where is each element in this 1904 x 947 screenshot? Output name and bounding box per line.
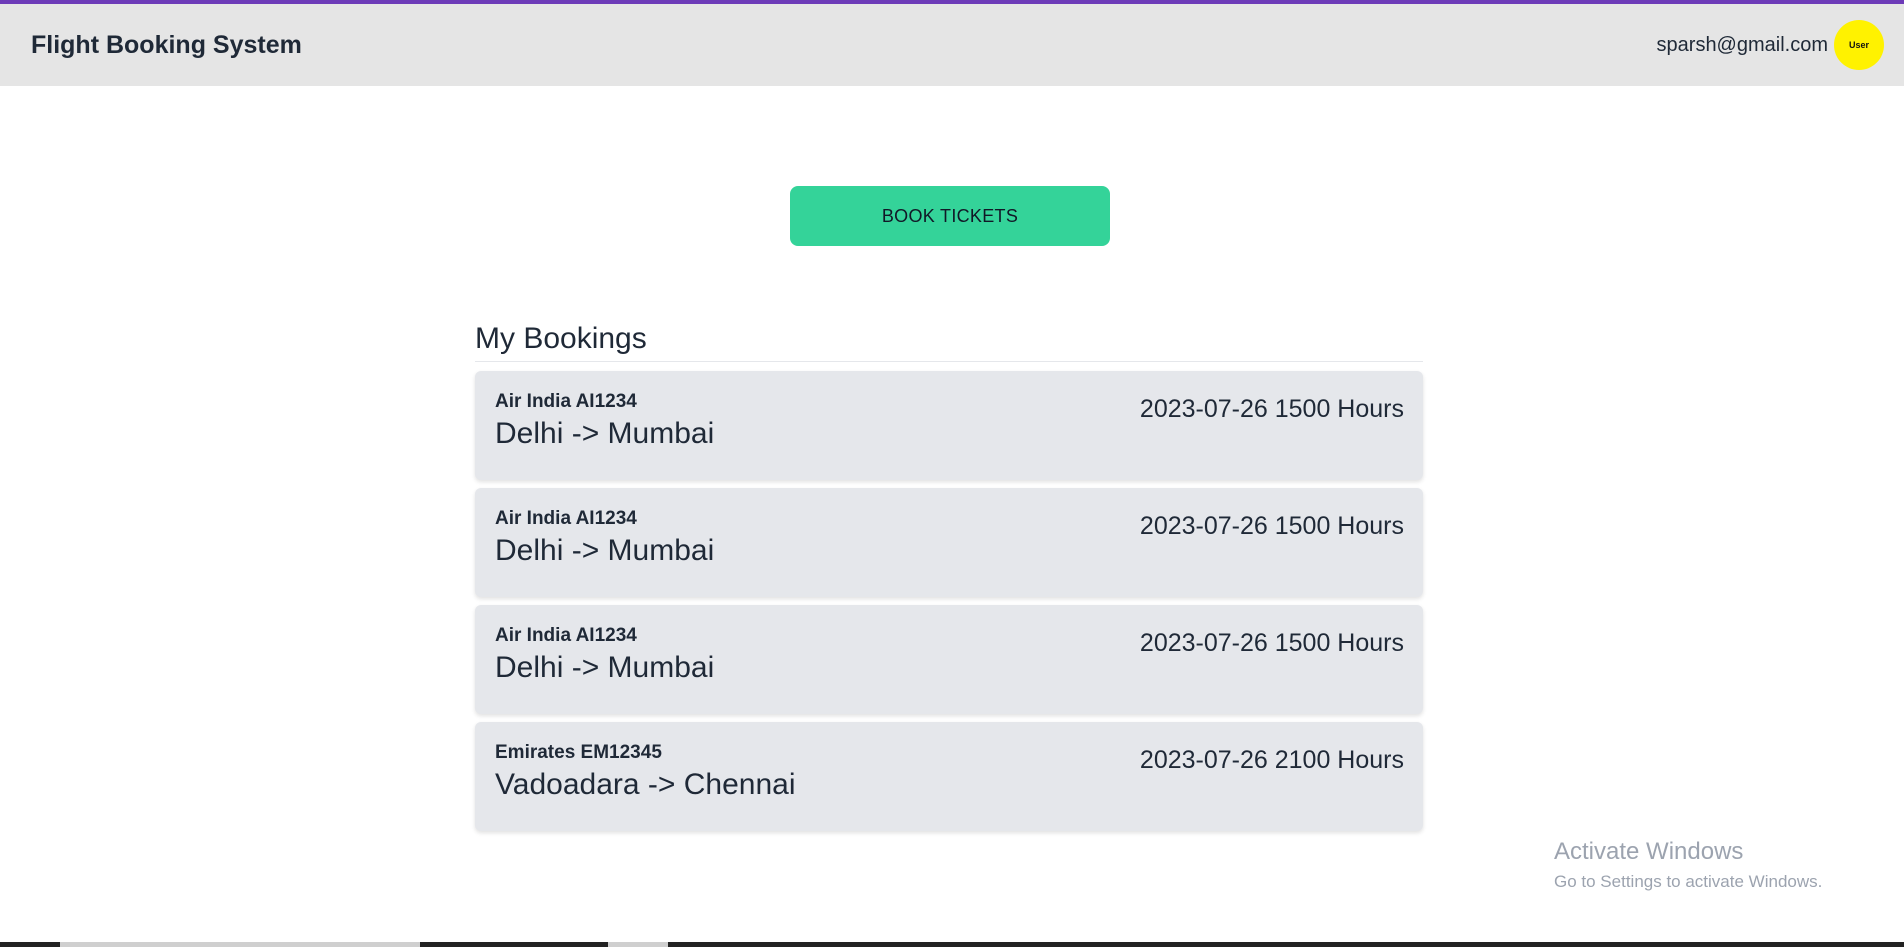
- taskbar-segment: [608, 942, 668, 947]
- flight-route: Delhi -> Mumbai: [495, 417, 715, 450]
- app-title[interactable]: Flight Booking System: [31, 31, 302, 60]
- booking-card[interactable]: Air India AI1234 Delhi -> Mumbai 2023-07…: [475, 371, 1423, 480]
- booking-card[interactable]: Emirates EM12345 Vadoadara -> Chennai 20…: [475, 722, 1423, 831]
- navbar: Flight Booking System sparsh@gmail.com U…: [0, 4, 1904, 86]
- flight-name: Air India AI1234: [495, 625, 637, 646]
- booking-info: Air India AI1234 Delhi -> Mumbai: [495, 391, 714, 451]
- flight-name: Air India AI1234: [495, 508, 637, 529]
- bookings-title: My Bookings: [475, 322, 1423, 362]
- watermark-subtitle: Go to Settings to activate Windows.: [1554, 872, 1823, 891]
- flight-route: Delhi -> Mumbai: [495, 651, 715, 684]
- booking-info: Emirates EM12345 Vadoadara -> Chennai: [495, 742, 796, 802]
- avatar[interactable]: User: [1834, 20, 1884, 70]
- watermark-title: Activate Windows: [1554, 838, 1744, 865]
- booking-card[interactable]: Air India AI1234 Delhi -> Mumbai 2023-07…: [475, 605, 1423, 714]
- taskbar-segment: [60, 942, 420, 947]
- taskbar-strip: [0, 942, 1904, 947]
- book-tickets-button[interactable]: BOOK TICKETS: [790, 186, 1110, 246]
- booking-info: Air India AI1234 Delhi -> Mumbai: [495, 625, 714, 685]
- flight-name: Air India AI1234: [495, 391, 637, 412]
- flight-datetime: 2023-07-26 1500 Hours: [1139, 629, 1404, 657]
- flight-datetime: 2023-07-26 1500 Hours: [1139, 512, 1404, 540]
- bookings-section: My Bookings Air India AI1234 Delhi -> Mu…: [475, 322, 1423, 839]
- user-email: sparsh@gmail.com: [1656, 33, 1828, 56]
- flight-datetime: 2023-07-26 2100 Hours: [1139, 746, 1404, 774]
- booking-card[interactable]: Air India AI1234 Delhi -> Mumbai 2023-07…: [475, 488, 1423, 597]
- activation-watermark: Activate Windows Go to Settings to activ…: [1554, 838, 1822, 892]
- booking-info: Air India AI1234 Delhi -> Mumbai: [495, 508, 714, 568]
- flight-route: Vadoadara -> Chennai: [495, 768, 796, 801]
- flight-name: Emirates EM12345: [495, 742, 662, 763]
- booking-list: Air India AI1234 Delhi -> Mumbai 2023-07…: [475, 371, 1423, 831]
- flight-route: Delhi -> Mumbai: [495, 534, 715, 567]
- user-area: sparsh@gmail.com User: [1657, 20, 1884, 70]
- flight-datetime: 2023-07-26 1500 Hours: [1139, 395, 1404, 423]
